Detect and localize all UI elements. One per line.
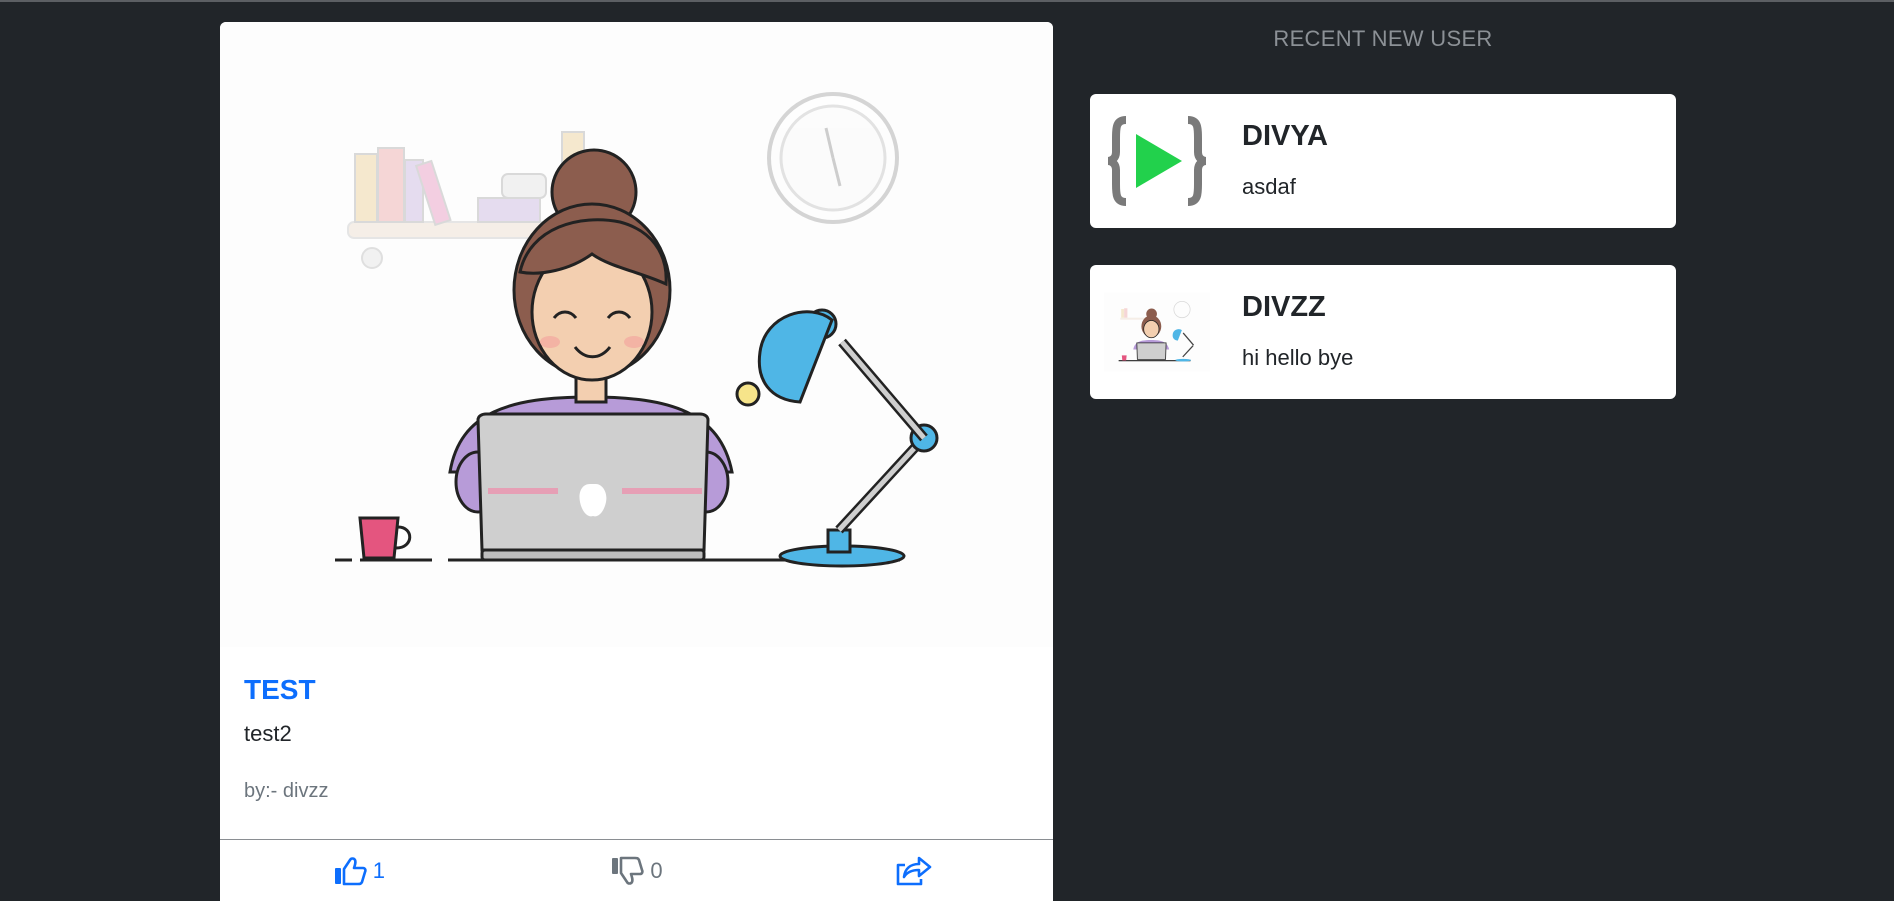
dislike-button[interactable]: 0 bbox=[498, 840, 776, 901]
woman-laptop-avatar-icon bbox=[1104, 292, 1210, 372]
post-title[interactable]: TEST bbox=[244, 672, 1029, 708]
user-name[interactable]: DIVZZ bbox=[1242, 291, 1326, 324]
thumbs-up-icon bbox=[334, 857, 367, 886]
user-card[interactable]: DIVZZ hi hello bye bbox=[1090, 265, 1676, 399]
user-bio: hi hello bye bbox=[1242, 345, 1354, 370]
user-name[interactable]: DIVYA bbox=[1242, 120, 1328, 153]
user-card[interactable]: DIVYA asdaf bbox=[1090, 94, 1676, 228]
post-card: TEST test2 by:- divzz 1 0 bbox=[220, 22, 1053, 901]
post-actions: 1 0 bbox=[220, 839, 1053, 901]
user-avatar bbox=[1104, 108, 1210, 214]
code-play-logo-icon bbox=[1107, 116, 1207, 206]
user-bio: asdaf bbox=[1242, 174, 1296, 199]
dislike-count: 0 bbox=[650, 858, 663, 883]
like-button[interactable]: 1 bbox=[220, 840, 498, 901]
post-author: by:- divzz bbox=[244, 780, 329, 802]
thumbs-down-icon bbox=[612, 856, 645, 885]
post-image bbox=[220, 22, 1053, 647]
share-button[interactable] bbox=[775, 840, 1053, 901]
woman-laptop-illustration bbox=[335, 92, 939, 568]
user-avatar bbox=[1104, 279, 1210, 385]
post-body: TEST test2 by:- divzz bbox=[244, 672, 1029, 804]
top-border bbox=[0, 0, 1894, 2]
share-icon bbox=[896, 856, 932, 886]
recent-users-heading: RECENT NEW USER bbox=[1273, 26, 1493, 51]
like-count: 1 bbox=[372, 858, 385, 883]
post-text: test2 bbox=[244, 721, 292, 746]
